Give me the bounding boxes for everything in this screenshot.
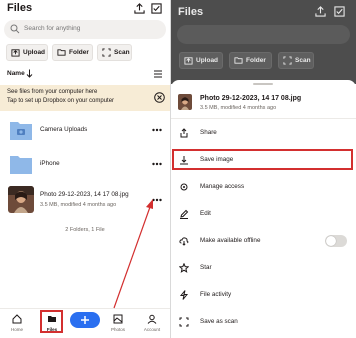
list-item[interactable]: Photo 29-12-2023, 14 17 08.jpg 3.5 MB, m… bbox=[0, 186, 170, 216]
folder-label: Folder bbox=[69, 49, 89, 56]
photo-thumbnail bbox=[178, 94, 192, 110]
folder-icon bbox=[234, 57, 243, 64]
action-label: Make available offline bbox=[200, 237, 261, 244]
scan-label: Scan bbox=[295, 57, 311, 64]
item-name: Photo 29-12-2023, 14 17 08.jpg bbox=[40, 191, 129, 198]
scan-button: Scan bbox=[278, 52, 314, 69]
home-icon bbox=[12, 314, 22, 324]
action-label: Share bbox=[200, 129, 217, 136]
more-options-icon[interactable] bbox=[152, 198, 162, 202]
more-options-icon[interactable] bbox=[152, 128, 162, 132]
file-meta: 3.5 MB, modified 4 months ago bbox=[200, 105, 277, 111]
nav-account[interactable]: Account bbox=[140, 313, 164, 337]
page-title: Files bbox=[178, 6, 204, 18]
scan-label: Scan bbox=[114, 49, 130, 56]
item-name: Camera Uploads bbox=[40, 126, 88, 133]
folder-button: Folder bbox=[229, 52, 272, 69]
scan-button[interactable]: Scan bbox=[97, 44, 132, 61]
folder-icon bbox=[57, 49, 66, 56]
create-button[interactable] bbox=[70, 312, 100, 328]
search-icon bbox=[10, 24, 20, 34]
upload-icon bbox=[11, 49, 20, 57]
search-input bbox=[177, 25, 350, 44]
file-name: Photo 29-12-2023, 14 17 08.jpg bbox=[200, 95, 302, 102]
upload-button: Upload bbox=[179, 52, 223, 69]
cloud-download-icon bbox=[179, 237, 189, 246]
upload-label: Upload bbox=[23, 49, 46, 56]
file-actions-sheet: Photo 29-12-2023, 14 17 08.jpg 3.5 MB, m… bbox=[171, 80, 356, 338]
file-actions-screen: Files Upload Folder Scan Photo 29-12-202… bbox=[171, 0, 356, 338]
sort-by-name[interactable]: Name bbox=[7, 70, 25, 77]
files-tab-highlight bbox=[40, 310, 63, 333]
list-view-icon[interactable] bbox=[154, 70, 162, 78]
sheet-handle[interactable] bbox=[253, 83, 273, 85]
dimmed-background: Files Upload Folder Scan bbox=[171, 0, 356, 84]
save-as-scan-action[interactable]: Save as scan bbox=[171, 312, 356, 332]
list-item[interactable]: Camera Uploads bbox=[0, 116, 170, 146]
search-input[interactable]: Search for anything bbox=[4, 20, 166, 39]
banner-line-2: Tap to set up Dropbox on your computer bbox=[7, 98, 115, 104]
upload-label: Upload bbox=[196, 57, 219, 64]
photos-icon bbox=[113, 314, 123, 324]
nav-label: Photos bbox=[110, 327, 125, 332]
action-label: File activity bbox=[200, 291, 232, 298]
nav-label: Home bbox=[10, 327, 23, 332]
star-icon bbox=[179, 263, 189, 273]
save-image-highlight bbox=[172, 149, 353, 170]
plus-icon bbox=[81, 316, 89, 324]
more-options-icon[interactable] bbox=[152, 162, 162, 166]
action-label: Save as scan bbox=[200, 318, 238, 325]
divider bbox=[171, 118, 356, 119]
share-icon bbox=[180, 128, 188, 138]
action-label: Manage access bbox=[200, 183, 245, 190]
upload-icon bbox=[315, 6, 326, 17]
folder-label: Folder bbox=[246, 57, 266, 64]
pencil-icon bbox=[180, 209, 189, 219]
files-screen: Files Search for anything Upload Folder bbox=[0, 0, 170, 338]
scan-icon bbox=[102, 48, 111, 57]
folder-file-count: 2 Folders, 1 File bbox=[65, 227, 105, 233]
select-checkbox-icon[interactable] bbox=[151, 3, 162, 14]
photo-thumbnail bbox=[8, 186, 34, 213]
desktop-setup-banner[interactable]: See files from your computer here Tap to… bbox=[0, 85, 170, 111]
scan-icon bbox=[283, 56, 292, 65]
sort-down-icon[interactable] bbox=[26, 69, 33, 78]
camera-folder-icon bbox=[10, 122, 32, 140]
folder-icon bbox=[10, 156, 32, 174]
action-label: Star bbox=[200, 264, 212, 271]
nav-photos[interactable]: Photos bbox=[106, 313, 130, 337]
star-action[interactable]: Star bbox=[171, 258, 356, 278]
file-activity-action[interactable]: File activity bbox=[171, 285, 356, 305]
activity-icon bbox=[179, 290, 189, 300]
upload-button[interactable]: Upload bbox=[6, 44, 48, 61]
page-title: Files bbox=[7, 2, 33, 14]
close-icon[interactable] bbox=[154, 92, 165, 103]
scan-icon bbox=[179, 317, 189, 327]
nav-home[interactable]: Home bbox=[5, 313, 29, 337]
list-item[interactable]: iPhone bbox=[0, 150, 170, 180]
toggle-knob bbox=[326, 236, 336, 246]
offline-toggle[interactable] bbox=[325, 235, 347, 247]
manage-access-action[interactable]: Manage access bbox=[171, 177, 356, 197]
folder-button[interactable]: Folder bbox=[52, 44, 93, 61]
upload-icon bbox=[184, 57, 193, 65]
account-icon bbox=[147, 314, 157, 324]
item-meta: 3.5 MB, modified 4 months ago bbox=[40, 202, 117, 208]
item-name: iPhone bbox=[40, 160, 60, 167]
action-label: Edit bbox=[200, 210, 211, 217]
banner-line-1: See files from your computer here bbox=[7, 89, 98, 95]
share-action[interactable]: Share bbox=[171, 123, 356, 143]
select-checkbox-icon bbox=[334, 6, 345, 17]
nav-label: Account bbox=[143, 327, 161, 332]
offline-action[interactable]: Make available offline bbox=[171, 231, 356, 251]
gear-icon bbox=[180, 183, 188, 191]
search-placeholder: Search for anything bbox=[24, 25, 81, 32]
edit-action[interactable]: Edit bbox=[171, 204, 356, 224]
upload-icon[interactable] bbox=[134, 3, 145, 14]
